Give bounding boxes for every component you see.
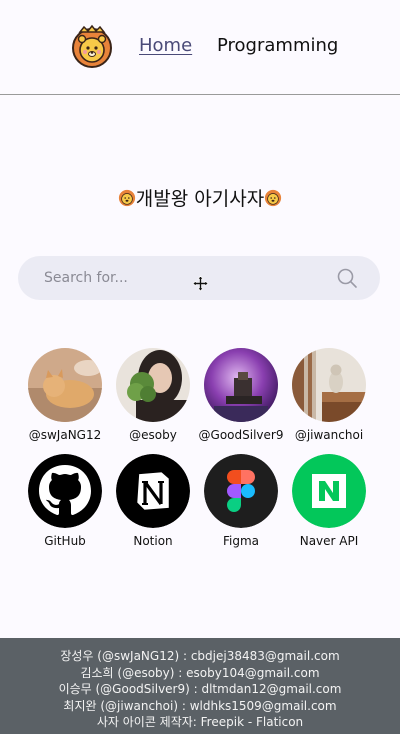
header: Home Programming [0,0,400,95]
link-label: Figma [222,534,260,548]
link-label: GitHub [44,534,86,548]
nav-programming[interactable]: Programming [217,35,338,56]
avatar[interactable] [28,348,102,422]
member-handle: @jiwanchoi [294,428,364,442]
footer-contact: 최지완 (@jiwanchoi) : wldhks1509@gmail.com [63,698,337,713]
link-github[interactable]: GitHub [20,454,110,548]
notion-icon[interactable] [116,454,190,528]
footer: 장성우 (@swJaNG12) : cbdjej38483@gmail.com … [0,638,400,734]
link-naver-api[interactable]: Naver API [284,454,374,548]
lion-face-icon[interactable] [70,24,114,68]
member-card-goodsilver9[interactable]: @GoodSilver9 [196,348,286,442]
member-handle: @esoby [129,428,177,442]
footer-contact: 장성우 (@swJaNG12) : cbdjej38483@gmail.com [60,649,340,663]
page-title-text: 개발왕 아기사자 [135,188,265,210]
github-icon[interactable] [28,454,102,528]
search-input[interactable] [44,256,334,300]
move-cursor-icon [192,275,209,292]
page-title: 개발왕 아기사자 [0,184,400,211]
naver-icon[interactable] [292,454,366,528]
nav-home[interactable]: Home [139,35,192,56]
footer-credit: 사자 아이콘 제작자: Freepik - Flaticon [96,715,304,729]
figma-icon[interactable] [204,454,278,528]
avatar[interactable] [204,348,278,422]
lion-face-icon [118,189,135,207]
link-label: Notion [133,534,173,548]
member-card-esoby[interactable]: @esoby [108,348,198,442]
member-card-jiwanchoi[interactable]: @jiwanchoi [284,348,374,442]
lion-face-icon [265,189,282,207]
link-label: Naver API [299,534,359,548]
search-icon[interactable] [336,267,358,289]
avatar[interactable] [116,348,190,422]
footer-contact: 김소희 (@esoby) : esoby104@gmail.com [80,665,320,680]
member-handle: @GoodSilver9 [198,428,284,442]
member-handle: @swJaNG12 [28,428,102,442]
member-card-swjang12[interactable]: @swJaNG12 [20,348,110,442]
avatar[interactable] [292,348,366,422]
link-figma[interactable]: Figma [196,454,286,548]
footer-contact: 이승무 (@GoodSilver9) : dltmdan12@gmail.com [58,682,342,696]
link-notion[interactable]: Notion [108,454,198,548]
